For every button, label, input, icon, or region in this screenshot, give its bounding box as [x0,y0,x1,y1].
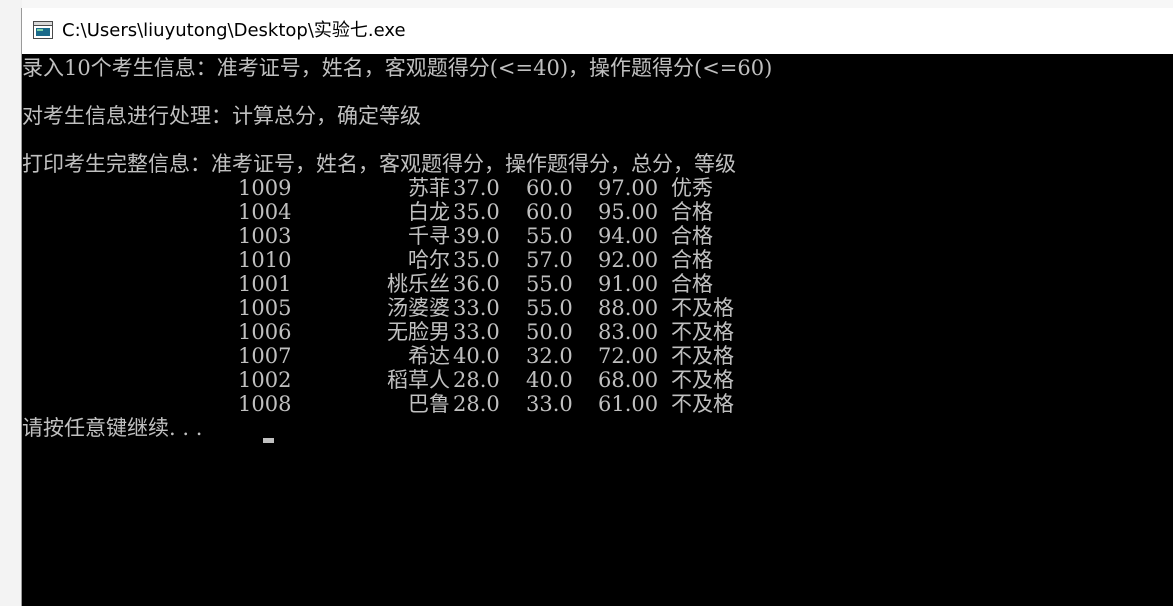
background-window-edge [0,0,23,606]
console-window[interactable]: C:\Users\liuyutong\Desktop\实验七.exe 录入10个… [22,8,1173,606]
student-id: 1005 [238,296,292,320]
student-id: 1010 [238,248,292,272]
objective-score: 28.0 [453,368,500,392]
grade: 合格 [671,200,713,224]
total-score: 97.00 [598,176,659,200]
total-score: 92.00 [598,248,659,272]
objective-score: 35.0 [453,248,500,272]
grade: 优秀 [671,176,713,200]
grade: 合格 [671,272,713,296]
operation-score: 55.0 [526,224,573,248]
grade: 不及格 [671,320,734,344]
student-name: 无脸男 [387,320,450,344]
objective-score: 33.0 [453,320,500,344]
student-name: 千寻 [408,224,450,248]
operation-score: 60.0 [526,200,573,224]
operation-score: 33.0 [526,392,573,416]
operation-score: 32.0 [526,344,573,368]
table-row: 1005 汤婆婆 33.0 55.0 88.00 不及格 [22,296,1173,320]
student-id: 1006 [238,320,292,344]
operation-score: 55.0 [526,272,573,296]
student-name: 汤婆婆 [387,296,450,320]
total-score: 61.00 [598,392,659,416]
console-output[interactable]: 录入10个考生信息：准考证号，姓名，客观题得分(<=40)，操作题得分(<=60… [22,54,1173,606]
table-row: 1007 希达 40.0 32.0 72.00 不及格 [22,344,1173,368]
student-id: 1003 [238,224,292,248]
table-row: 1003 千寻 39.0 55.0 94.00 合格 [22,224,1173,248]
operation-score: 50.0 [526,320,573,344]
student-name: 稻草人 [387,368,450,392]
title-bar[interactable]: C:\Users\liuyutong\Desktop\实验七.exe [22,8,1173,54]
table-row: 1009 苏菲 37.0 60.0 97.00 优秀 [22,176,1173,200]
objective-score: 28.0 [453,392,500,416]
text-cursor [263,438,274,443]
console-line-print-info: 打印考生完整信息：准考证号，姓名，客观题得分，操作题得分，总分，等级 [22,152,736,176]
grade: 合格 [671,224,713,248]
student-id: 1007 [238,344,292,368]
grade: 不及格 [671,368,734,392]
operation-score: 40.0 [526,368,573,392]
grade: 不及格 [671,344,734,368]
press-any-key-prompt: 请按任意键继续. . . [22,416,203,440]
student-id: 1009 [238,176,292,200]
objective-score: 35.0 [453,200,500,224]
total-score: 91.00 [598,272,659,296]
operation-score: 55.0 [526,296,573,320]
table-row: 1008 巴鲁 28.0 33.0 61.00 不及格 [22,392,1173,416]
table-row: 1002 稻草人 28.0 40.0 68.00 不及格 [22,368,1173,392]
window-title: C:\Users\liuyutong\Desktop\实验七.exe [62,20,406,41]
table-row: 1006 无脸男 33.0 50.0 83.00 不及格 [22,320,1173,344]
total-score: 95.00 [598,200,659,224]
student-name: 桃乐丝 [387,272,450,296]
console-window-icon[interactable] [33,21,53,39]
total-score: 83.00 [598,320,659,344]
table-row: 1001 桃乐丝 36.0 55.0 91.00 合格 [22,272,1173,296]
student-id: 1008 [238,392,292,416]
objective-score: 36.0 [453,272,500,296]
student-name: 哈尔 [408,248,450,272]
total-score: 94.00 [598,224,659,248]
total-score: 88.00 [598,296,659,320]
operation-score: 57.0 [526,248,573,272]
total-score: 68.00 [598,368,659,392]
total-score: 72.00 [598,344,659,368]
table-row: 1010 哈尔 35.0 57.0 92.00 合格 [22,248,1173,272]
grade: 不及格 [671,296,734,320]
objective-score: 39.0 [453,224,500,248]
grade: 不及格 [671,392,734,416]
objective-score: 33.0 [453,296,500,320]
operation-score: 60.0 [526,176,573,200]
console-line-process-info: 对考生信息进行处理：计算总分，确定等级 [22,104,421,128]
student-id: 1002 [238,368,292,392]
console-line-input-info: 录入10个考生信息：准考证号，姓名，客观题得分(<=40)，操作题得分(<=60… [22,56,773,80]
grade: 合格 [671,248,713,272]
student-name: 苏菲 [408,176,450,200]
student-name: 白龙 [408,200,450,224]
student-name: 希达 [408,344,450,368]
student-id: 1001 [238,272,292,296]
objective-score: 40.0 [453,344,500,368]
objective-score: 37.0 [453,176,500,200]
table-row: 1004 白龙 35.0 60.0 95.00 合格 [22,200,1173,224]
student-name: 巴鲁 [408,392,450,416]
student-id: 1004 [238,200,292,224]
